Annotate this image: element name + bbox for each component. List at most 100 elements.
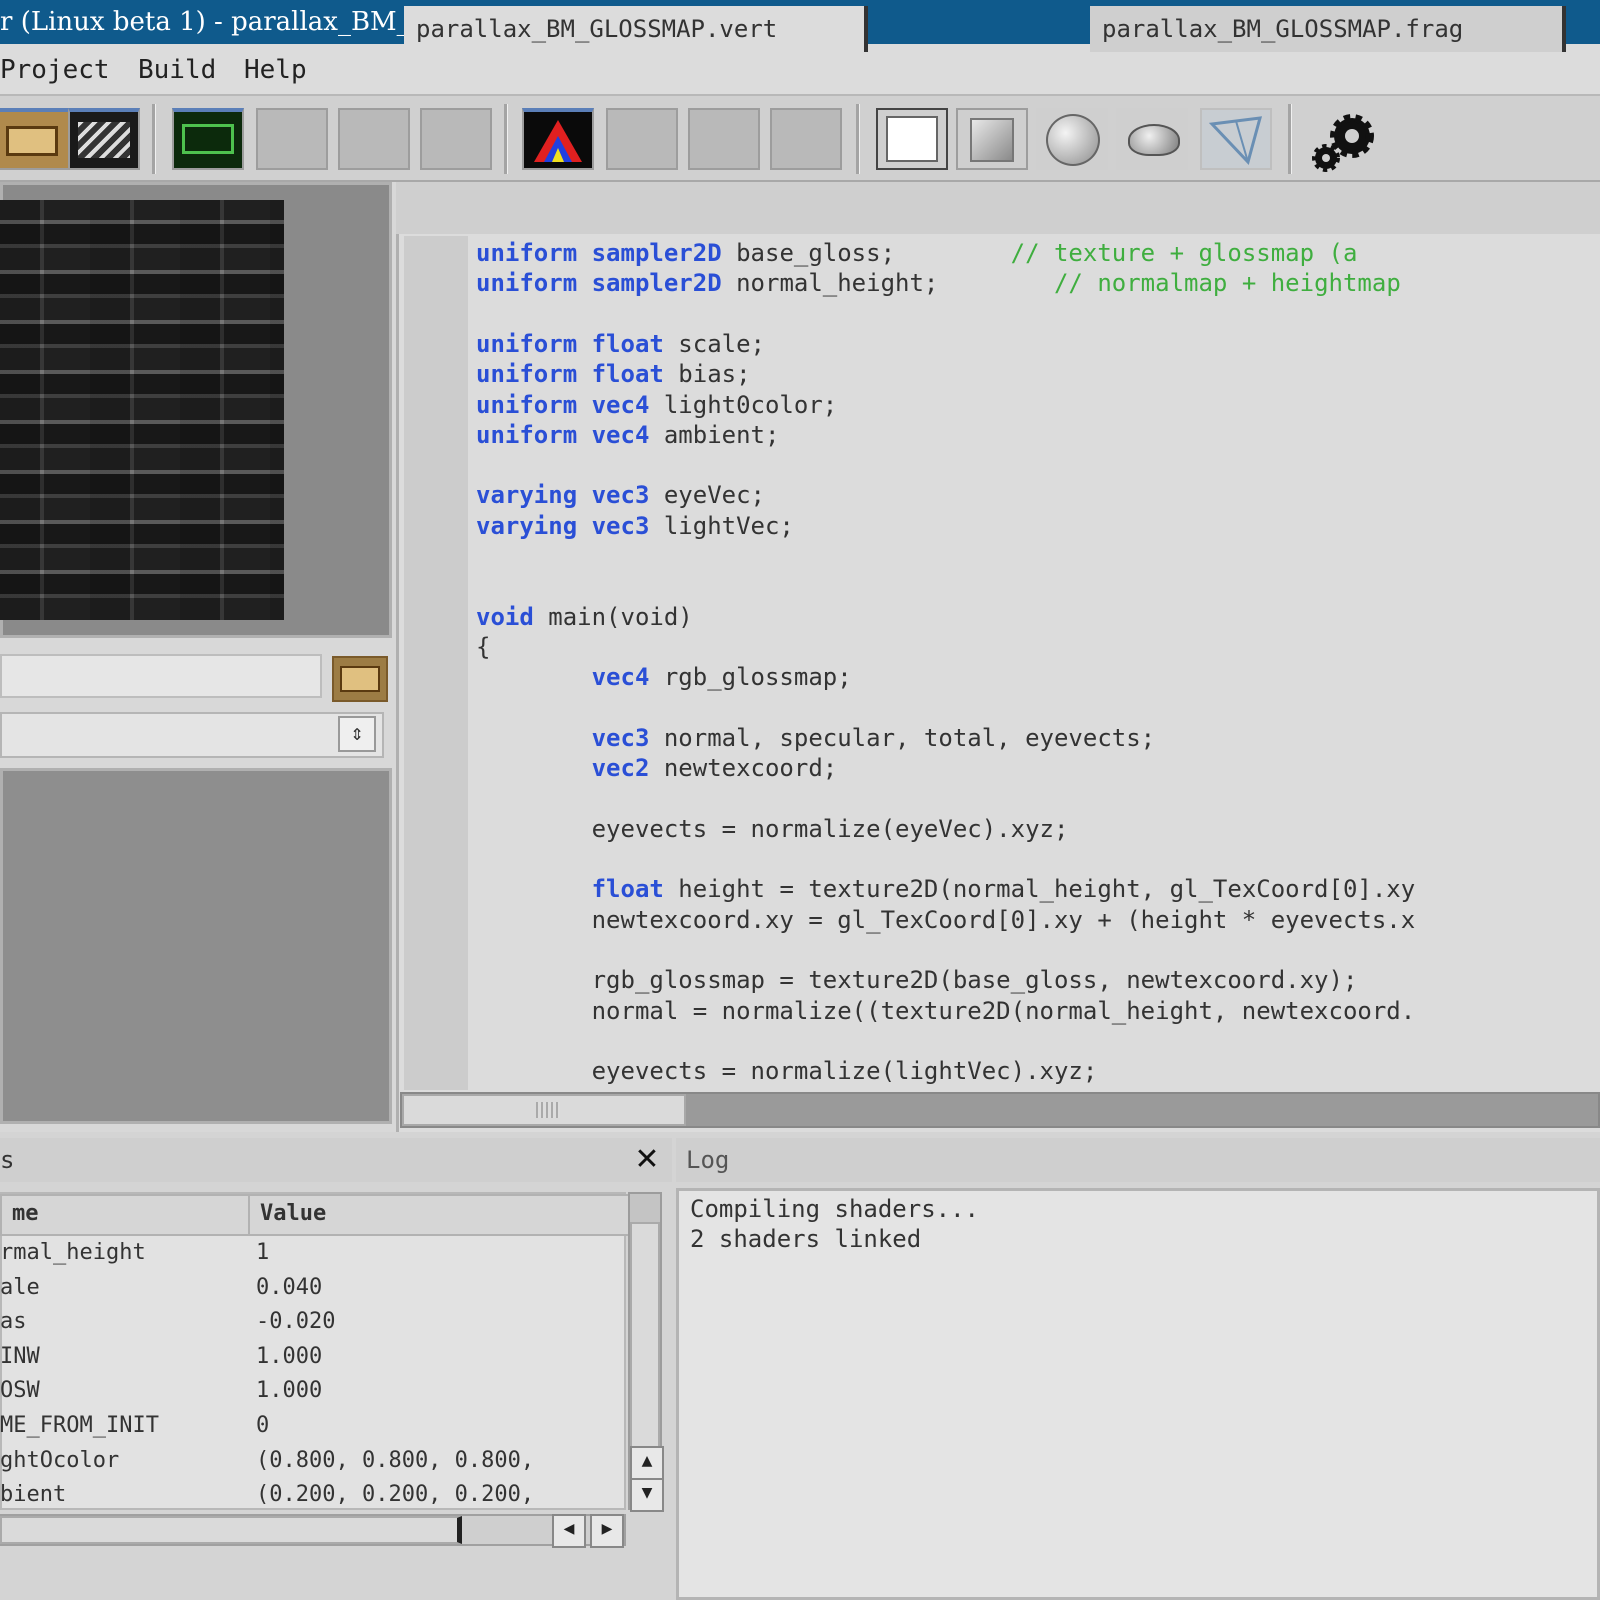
code-text: main(void) <box>533 602 693 631</box>
code-line: uniform float bias; <box>476 359 751 389</box>
teapot-icon[interactable] <box>1116 108 1188 170</box>
blank-tool-2-icon[interactable] <box>338 108 410 170</box>
code-text: ambient; <box>649 420 780 449</box>
load-texture-button[interactable] <box>332 656 388 702</box>
code-keyword: varying vec3 <box>476 481 650 510</box>
left-empty-panel <box>0 768 392 1124</box>
texture-field[interactable] <box>0 654 322 698</box>
tab-fragment-shader[interactable]: parallax_BM_GLOSSMAP.frag <box>1090 6 1566 52</box>
compile-gear-icon[interactable] <box>1302 108 1374 172</box>
uniform-name-cell[interactable]: INW <box>0 1340 40 1374</box>
sphere-icon[interactable] <box>1036 108 1108 170</box>
texture-unit-spinbox[interactable] <box>0 712 384 758</box>
code-line: rgb_glossmap = texture2D(base_gloss, new… <box>476 965 1358 995</box>
uniforms-scroll-thumb[interactable] <box>630 1222 660 1450</box>
log-line: 2 shaders linked <box>690 1225 922 1253</box>
code-text: eyevects = normalize(eyeVec).xyz; <box>476 814 1069 843</box>
code-line: { <box>476 632 490 662</box>
code-line: void main(void) <box>476 602 693 632</box>
uniform-name-cell[interactable]: OSW <box>0 1374 40 1408</box>
code-comment: // normalmap + heightmap <box>938 269 1401 298</box>
mesh-icon[interactable] <box>1200 108 1272 170</box>
code-line: uniform sampler2D normal_height; // norm… <box>476 268 1401 298</box>
code-line: vec2 newtexcoord; <box>476 753 838 783</box>
code-text: eyeVec; <box>649 481 765 510</box>
spinbox-arrows-icon[interactable]: ⇕ <box>338 716 376 752</box>
log-line: Compiling shaders... <box>690 1195 979 1223</box>
code-line: uniform vec4 light0color; <box>476 390 837 420</box>
uniform-name-cell[interactable]: bient <box>0 1478 66 1512</box>
code-text: normal, specular, total, eyevects; <box>649 723 1156 752</box>
menu-help[interactable]: Help <box>244 50 307 90</box>
code-line: float height = texture2D(normal_height, … <box>476 874 1416 904</box>
toolbar <box>0 96 1600 182</box>
code-line: eyevects = normalize(lightVec).xyz; <box>476 1056 1098 1086</box>
code-line: varying vec3 eyeVec; <box>476 480 765 510</box>
code-text: { <box>476 632 491 661</box>
code-text: light0color; <box>649 390 838 419</box>
uniform-value-cell[interactable]: (0.200, 0.200, 0.200, <box>256 1478 534 1512</box>
uniform-value-cell[interactable]: 1 <box>256 1236 269 1270</box>
menu-build[interactable]: Build <box>138 50 216 90</box>
uniform-value-cell[interactable]: 0.040 <box>256 1271 322 1305</box>
uniform-name-cell[interactable]: ghtOcolor <box>0 1444 119 1478</box>
code-text: normal = normalize((texture2D(normal_hei… <box>476 996 1416 1025</box>
column-header-name[interactable]: me <box>0 1194 262 1236</box>
log-panel-header: Log <box>676 1138 1600 1182</box>
code-text: rgb_glossmap = texture2D(base_gloss, new… <box>476 966 1358 995</box>
log-panel-title: Log <box>686 1146 730 1174</box>
cube-icon[interactable] <box>956 108 1028 170</box>
scroll-left-icon[interactable]: ◀ <box>552 1514 586 1548</box>
code-keyword: float <box>476 875 664 904</box>
open-project-icon[interactable] <box>0 108 70 170</box>
code-text: newtexcoord; <box>649 754 838 783</box>
scroll-up-icon[interactable]: ▲ <box>630 1446 664 1480</box>
texture-icon[interactable] <box>172 108 244 170</box>
tab-vertex-shader[interactable]: parallax_BM_GLOSSMAP.vert <box>404 6 868 52</box>
plane-icon[interactable] <box>876 108 948 170</box>
uniform-name-cell[interactable]: rmal_height <box>0 1236 146 1270</box>
uniform-name-cell[interactable]: ale <box>0 1271 40 1305</box>
code-text: rgb_glossmap; <box>649 663 852 692</box>
code-keyword: vec4 <box>476 663 650 692</box>
gear-icon-shape <box>1312 114 1374 172</box>
color-triangle-icon-shape <box>534 120 582 162</box>
blank-tool-3-icon[interactable] <box>420 108 492 170</box>
code-text: normal_height; <box>721 269 939 298</box>
uniform-value-cell[interactable]: 1.000 <box>256 1340 322 1374</box>
code-text: bias; <box>663 360 751 389</box>
code-text: newtexcoord.xy = gl_TexCoord[0].xy + (he… <box>476 905 1416 934</box>
code-area[interactable]: uniform sampler2D base_gloss; // texture… <box>404 236 1600 1090</box>
uniform-value-cell[interactable]: 0 <box>256 1409 269 1443</box>
code-line: vec4 rgb_glossmap; <box>476 662 852 692</box>
code-line: uniform float scale; <box>476 329 765 359</box>
blank-tool-6-icon[interactable] <box>770 108 842 170</box>
blank-tool-4-icon[interactable] <box>606 108 678 170</box>
uniform-name-cell[interactable]: ME_FROM_INIT <box>0 1409 159 1443</box>
uniforms-hscroll-thumb[interactable] <box>0 1516 462 1544</box>
edit-shaders-icon[interactable] <box>68 108 140 170</box>
code-keyword: vec3 <box>476 723 650 752</box>
menu-project[interactable]: Project <box>0 50 110 90</box>
uniform-value-cell[interactable]: 1.000 <box>256 1374 322 1408</box>
mesh-icon-shape <box>1208 116 1263 165</box>
column-header-value[interactable]: Value <box>248 1194 640 1236</box>
close-icon[interactable]: ✕ <box>632 1142 662 1178</box>
scroll-right-icon[interactable]: ▶ <box>590 1514 624 1548</box>
color-triangle-icon[interactable] <box>522 108 594 170</box>
code-text: lightVec; <box>649 511 794 540</box>
code-keyword: uniform vec4 <box>476 390 650 419</box>
folder-icon <box>340 666 380 692</box>
code-keyword: uniform float <box>476 329 664 358</box>
code-text: eyevects = normalize(lightVec).xyz; <box>476 1057 1098 1086</box>
blank-tool-1-icon[interactable] <box>256 108 328 170</box>
uniform-name-cell[interactable]: as <box>0 1305 27 1339</box>
texture-preview-image <box>0 200 284 620</box>
uniform-value-cell[interactable]: -0.020 <box>256 1305 335 1339</box>
scroll-down-icon[interactable]: ▼ <box>630 1478 664 1512</box>
code-line: newtexcoord.xy = gl_TexCoord[0].xy + (he… <box>476 905 1416 935</box>
code-keyword: uniform sampler2D <box>476 239 722 267</box>
uniform-value-cell[interactable]: (0.800, 0.800, 0.800, <box>256 1444 534 1478</box>
uniforms-panel-header: s <box>0 1138 672 1182</box>
blank-tool-5-icon[interactable] <box>688 108 760 170</box>
